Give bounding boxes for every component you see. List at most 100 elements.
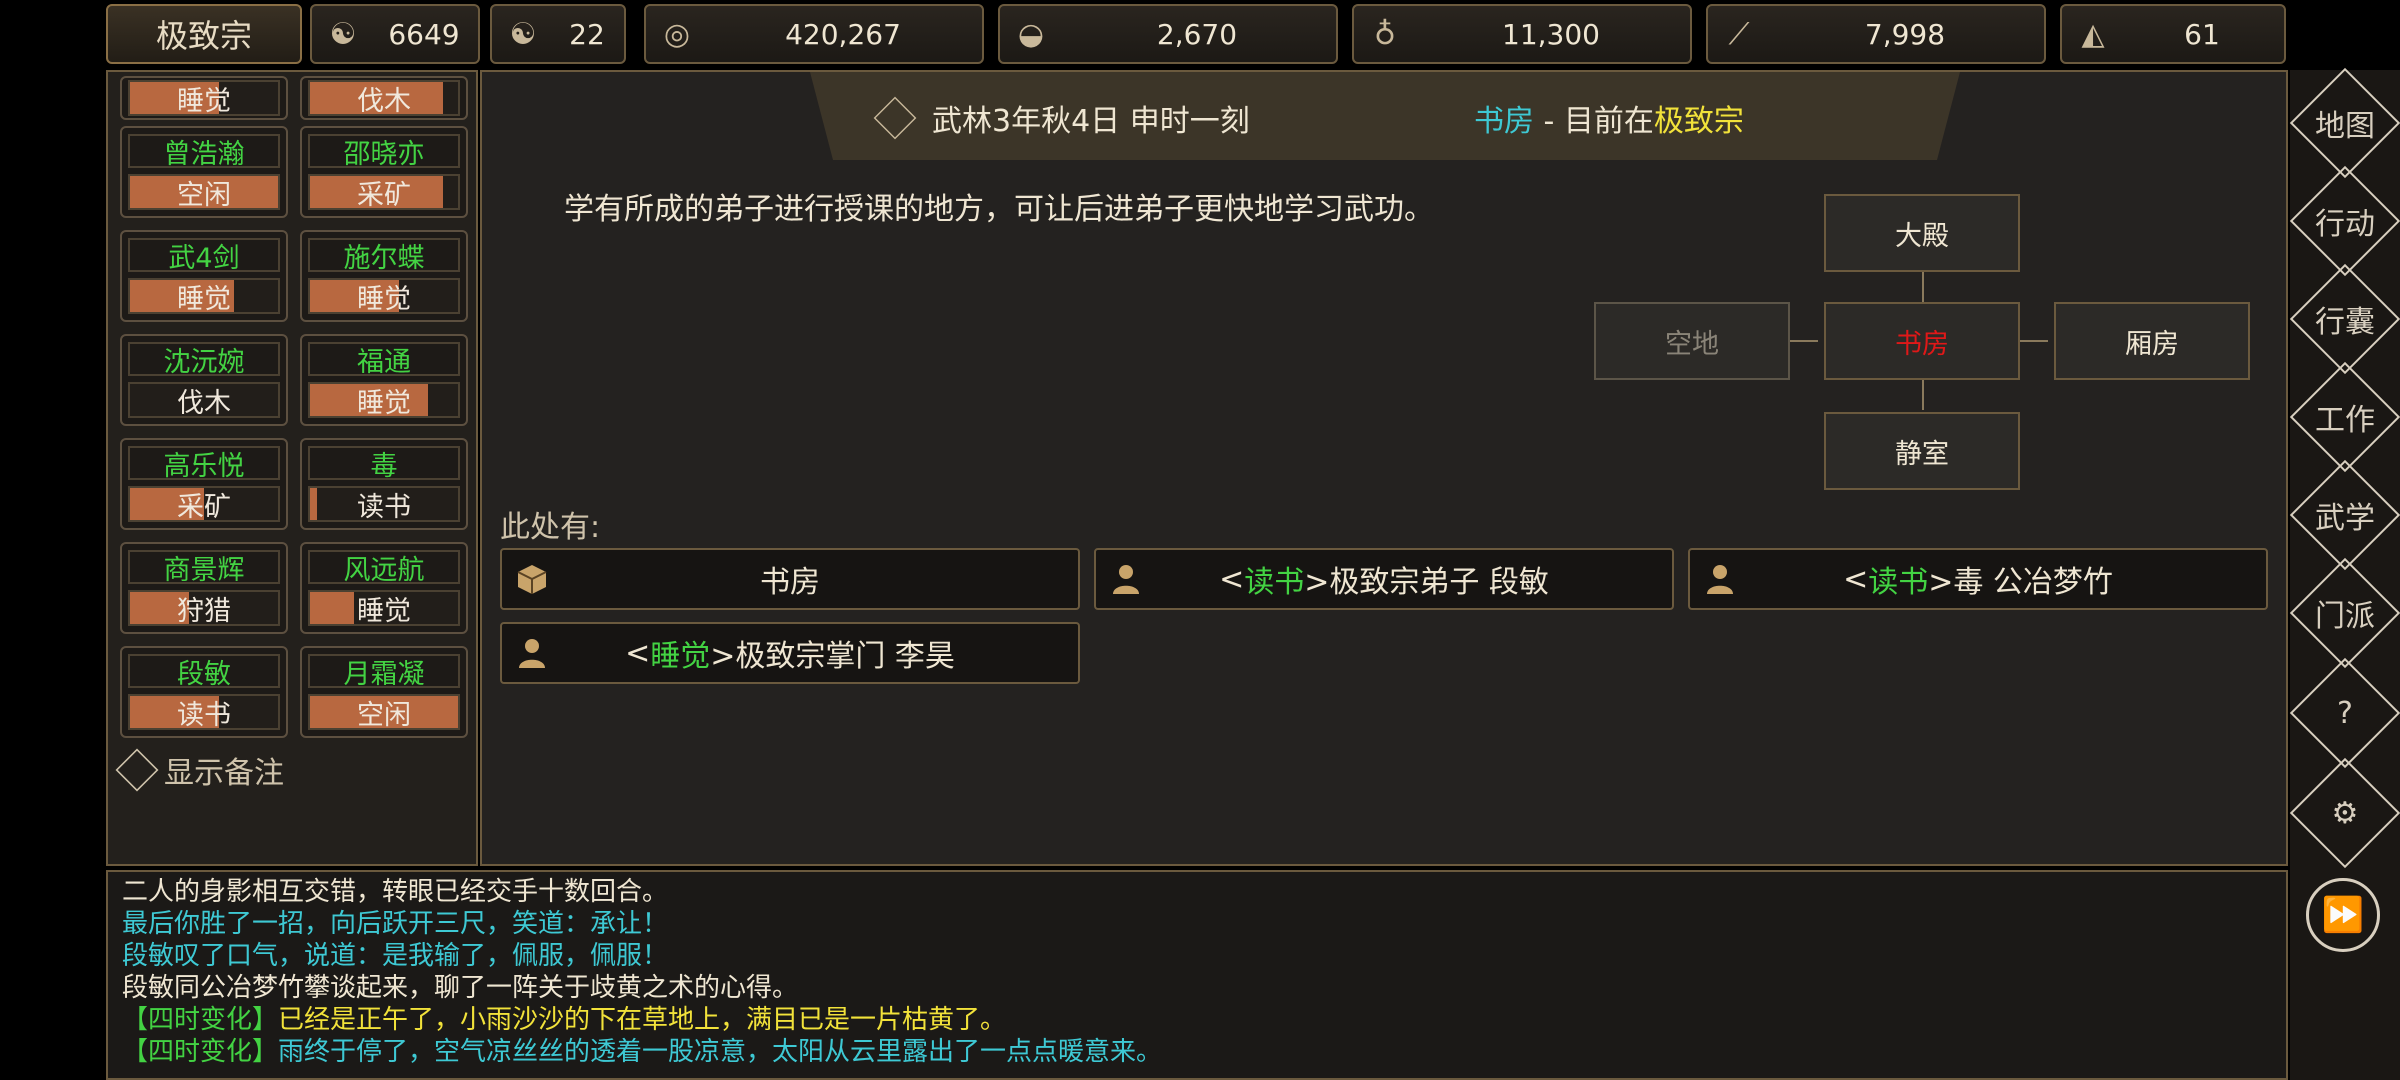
coin-resource[interactable]: ◎ 420,267 xyxy=(644,4,984,64)
person-icon xyxy=(516,637,548,669)
room-south[interactable]: 静室 xyxy=(1824,412,2020,490)
disciple-card[interactable]: 段敏 读书 xyxy=(120,646,288,738)
disciple-card[interactable]: 伐木 xyxy=(300,76,468,120)
entity-prefix: < xyxy=(1843,561,1869,597)
settings-button[interactable]: ⚙ xyxy=(2289,757,2400,869)
gourd-icon: ♁ xyxy=(1374,16,1396,52)
date-display: 武林3年秋4日 申时一刻 xyxy=(873,96,1250,140)
room-north[interactable]: 大殿 xyxy=(1824,194,2020,272)
sect-button[interactable]: 门派 xyxy=(2289,557,2400,669)
action-button[interactable]: 行动 xyxy=(2289,165,2400,277)
reputation-value: 6649 xyxy=(388,17,460,51)
entity-master[interactable]: < 睡觉 >极致宗掌门 李昊 xyxy=(500,622,1080,684)
sect-name-button[interactable]: 极致宗 xyxy=(106,4,302,64)
wood-resource[interactable]: ⟋ 7,998 xyxy=(1706,4,2046,64)
map-link xyxy=(1922,380,1924,410)
location-sect: 极致宗 xyxy=(1653,104,1744,139)
disciple-status: 睡觉 xyxy=(128,80,280,116)
date-text: 武林3年秋4日 申时一刻 xyxy=(932,104,1250,139)
disciple-status: 狩猎 xyxy=(128,590,280,626)
status-label: 睡觉 xyxy=(177,85,231,116)
disciple-status: 读书 xyxy=(128,694,280,730)
ore-value: 61 xyxy=(2184,17,2220,51)
disciple-status: 伐木 xyxy=(128,382,280,418)
room-current[interactable]: 书房 xyxy=(1824,302,2020,380)
log-line: 段敏叹了口气，说道：是我输了，佩服，佩服！ xyxy=(122,941,669,971)
disciple-card[interactable]: 曾浩瀚 空闲 xyxy=(120,126,288,218)
yinyang-resource[interactable]: ☯ 22 xyxy=(490,4,626,64)
message-log[interactable]: 二人的身影相互交错，转眼已经交手十数回合。 最后你胜了一招，向后跃开三尺，笑道：… xyxy=(106,870,2288,1080)
entity-status: 读书 xyxy=(1244,565,1305,600)
location-display: 书房 - 目前在极致宗 xyxy=(1474,96,1744,140)
entity-label: >极致宗掌门 李昊 xyxy=(710,639,955,674)
food-bowl-icon: ◒ xyxy=(1017,16,1045,52)
menu-label: 行动 xyxy=(2315,207,2375,242)
fast-forward-button[interactable]: ⏩ xyxy=(2306,878,2380,952)
show-notes-toggle[interactable]: 显示备注 xyxy=(115,748,284,792)
disciple-card[interactable]: 邵晓亦 采矿 xyxy=(300,126,468,218)
disciple-card[interactable]: 毒读书 xyxy=(300,438,468,530)
room-west[interactable]: 空地 xyxy=(1594,302,1790,380)
martial-arts-button[interactable]: 武学 xyxy=(2289,459,2400,571)
map-link xyxy=(1922,272,1924,302)
work-button[interactable]: 工作 xyxy=(2289,361,2400,473)
inventory-button[interactable]: 行囊 xyxy=(2289,263,2400,375)
disciple-status: 空闲 xyxy=(308,694,460,730)
disciple-card[interactable]: 月霜凝 空闲 xyxy=(300,646,468,738)
reputation-icon: ☯ xyxy=(329,16,357,52)
box-icon xyxy=(516,563,548,595)
disciple-card[interactable]: 福通 睡觉 xyxy=(300,334,468,426)
room-east[interactable]: 厢房 xyxy=(2054,302,2250,380)
status-label: 读书 xyxy=(177,699,231,730)
log-text: 已经是正午了，小雨沙沙的下在草地上，满目已是一片枯黄了。 xyxy=(278,1005,1007,1035)
calendar-icon xyxy=(873,96,917,140)
disciple-status: 采矿 xyxy=(128,486,280,522)
yin-yang-icon: ☯ xyxy=(509,16,537,52)
status-label: 采矿 xyxy=(357,179,411,210)
gourd-value: 11,300 xyxy=(1502,17,1600,51)
menu-label: 工作 xyxy=(2315,403,2375,438)
log-text: 雨终于停了，空气凉丝丝的透着一股凉意，太阳从云里露出了一点点暖意来。 xyxy=(278,1037,1163,1067)
entity-label: >毒 公冶梦竹 xyxy=(1928,565,2113,600)
fast-forward-icon: ⏩ xyxy=(2321,895,2365,935)
entity-room-object[interactable]: 书房 xyxy=(500,548,1080,610)
map-button[interactable]: 地图 xyxy=(2289,67,2400,179)
menu-label: 行囊 xyxy=(2315,305,2375,340)
disciple-name: 武4剑 xyxy=(128,238,280,274)
disciple-card[interactable]: 风远航 睡觉 xyxy=(300,542,468,634)
status-label: 狩猎 xyxy=(177,595,231,626)
gear-icon: ⚙ xyxy=(2331,795,2359,831)
disciple-name: 高乐悦 xyxy=(128,446,280,482)
disciple-card[interactable]: 睡觉 xyxy=(120,76,288,120)
menu-label: 地图 xyxy=(2315,109,2375,144)
disciple-status: 读书 xyxy=(308,486,460,522)
gourd-resource[interactable]: ♁ 11,300 xyxy=(1352,4,1692,64)
disciple-status: 睡觉 xyxy=(308,278,460,314)
disciple-status: 空闲 xyxy=(128,174,280,210)
disciple-card[interactable]: 武4剑 睡觉 xyxy=(120,230,288,322)
disciple-card[interactable]: 施尔蝶 睡觉 xyxy=(300,230,468,322)
food-resource[interactable]: ◒ 2,670 xyxy=(998,4,1338,64)
disciple-name: 商景辉 xyxy=(128,550,280,586)
log-prefix: 【四时变化】 xyxy=(122,1037,279,1067)
room-description: 学有所成的弟子进行授课的地方，可让后进弟子更快地学习武功。 xyxy=(564,192,1434,227)
entity-disciple[interactable]: < 读书 >极致宗弟子 段敏 xyxy=(1094,548,1674,610)
wood-value: 7,998 xyxy=(1864,17,1946,51)
ore-resource[interactable]: ◭ 61 xyxy=(2060,4,2286,64)
entity-disciple[interactable]: < 读书 >毒 公冶梦竹 xyxy=(1688,548,2268,610)
yinyang-value: 22 xyxy=(569,17,605,51)
log-line: 二人的身影相互交错，转眼已经交手十数回合。 xyxy=(122,877,669,907)
status-label: 空闲 xyxy=(357,699,411,730)
disciple-card[interactable]: 沈沅婉 伐木 xyxy=(120,334,288,426)
food-value: 2,670 xyxy=(1156,17,1238,51)
disciple-status: 睡觉 xyxy=(308,590,460,626)
disciple-name: 风远航 xyxy=(308,550,460,586)
disciple-card[interactable]: 高乐悦 采矿 xyxy=(120,438,288,530)
disciple-card[interactable]: 商景辉 狩猎 xyxy=(120,542,288,634)
log-line: 段敏同公冶梦竹攀谈起来，聊了一阵关于歧黄之术的心得。 xyxy=(122,973,799,1003)
reputation-resource[interactable]: ☯ 6649 xyxy=(310,4,480,64)
help-button[interactable]: ? xyxy=(2289,657,2400,769)
status-label: 空闲 xyxy=(177,179,231,210)
entity-label: >极致宗弟子 段敏 xyxy=(1304,565,1549,600)
disciple-name: 段敏 xyxy=(128,654,280,690)
